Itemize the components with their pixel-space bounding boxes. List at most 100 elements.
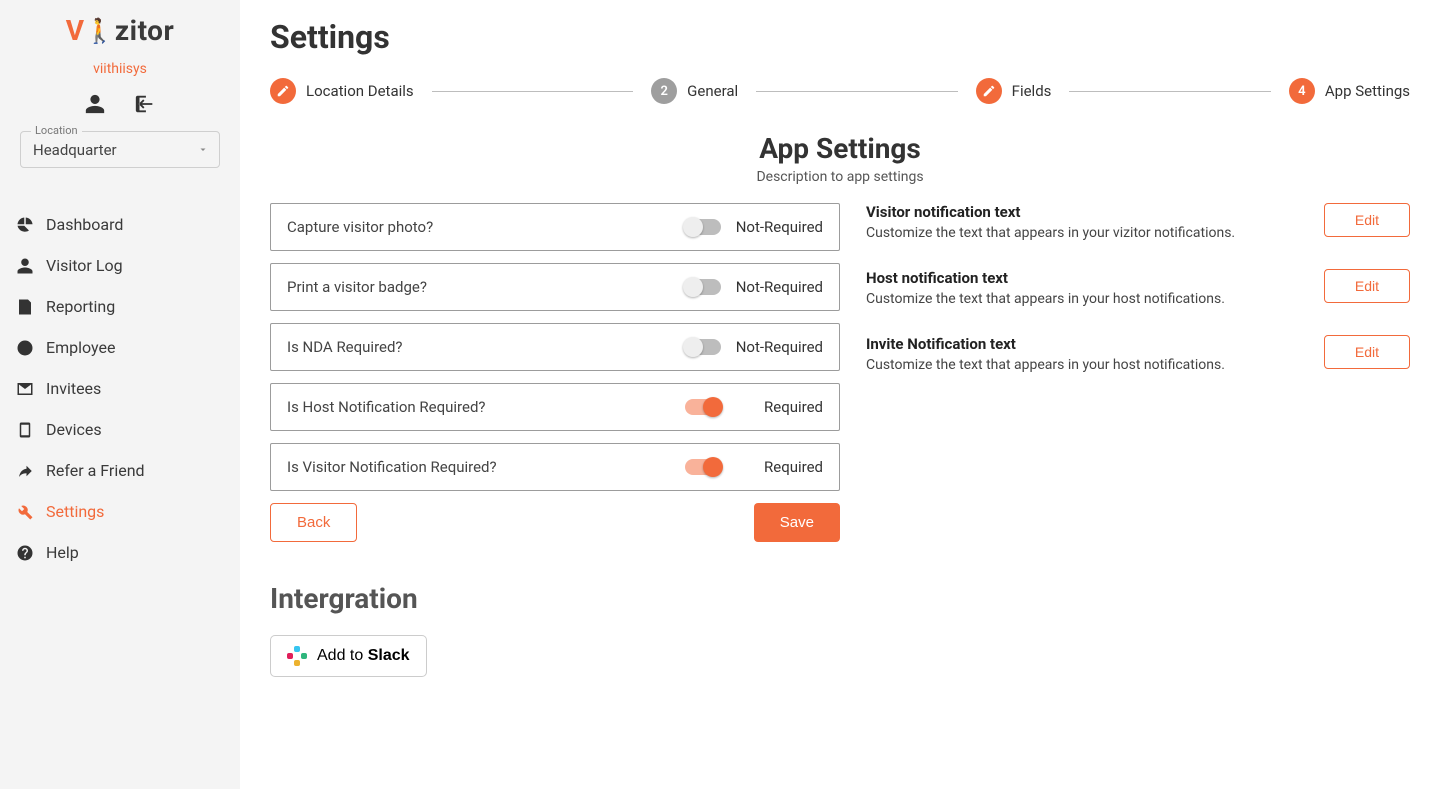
step-location-details[interactable]: Location Details: [270, 78, 414, 104]
pencil-icon: [976, 78, 1002, 104]
nav-item-label: Devices: [46, 420, 102, 439]
toggle-visitor-notification: Is Visitor Notification Required? Requir…: [270, 443, 840, 491]
notification-desc: Customize the text that appears in your …: [866, 225, 1235, 241]
user-icon: [16, 257, 34, 275]
toggle-label: Is Visitor Notification Required?: [287, 458, 497, 476]
toggle-switch[interactable]: [685, 339, 721, 355]
pie-chart-icon: [16, 216, 34, 234]
nav-settings[interactable]: Settings: [0, 491, 240, 532]
top-icons: [0, 93, 240, 115]
edit-button[interactable]: Edit: [1324, 335, 1410, 369]
location-select[interactable]: Location Headquarter: [20, 131, 220, 168]
save-button[interactable]: Save: [754, 503, 840, 542]
nav-invitees[interactable]: Invitees: [0, 368, 240, 409]
toggle-label: Print a visitor badge?: [287, 278, 427, 296]
brand-pre: V: [66, 14, 85, 47]
toggle-print-visitor-badge: Print a visitor badge? Not-Required: [270, 263, 840, 311]
location-value: Headquarter: [33, 141, 117, 159]
sidebar: V🚶zitor viithiisys Location Headquarter …: [0, 0, 240, 789]
add-to-slack-button[interactable]: Add to Slack: [270, 635, 427, 677]
step-general[interactable]: 2 General: [651, 78, 738, 104]
toggle-switch[interactable]: [685, 219, 721, 235]
chevron-down-icon: [197, 140, 209, 159]
nav-item-label: Reporting: [46, 297, 115, 316]
toggle-capture-visitor-photo: Capture visitor photo? Not-Required: [270, 203, 840, 251]
step-connector: [1069, 91, 1270, 92]
nav: Dashboard Visitor Log Reporting Employee…: [0, 204, 240, 573]
profile-icon[interactable]: [84, 93, 106, 115]
toggle-state: Required: [733, 398, 823, 416]
stepper: Location Details 2 General Fields 4 App …: [270, 78, 1410, 104]
notification-host-text: Host notification text Customize the tex…: [866, 269, 1410, 307]
main: Settings Location Details 2 General Fiel…: [240, 0, 1440, 789]
step-connector: [432, 91, 633, 92]
step-connector: [756, 91, 957, 92]
toggle-switch[interactable]: [685, 399, 721, 415]
nav-item-label: Settings: [46, 502, 104, 521]
notification-desc: Customize the text that appears in your …: [866, 291, 1225, 307]
nav-dashboard[interactable]: Dashboard: [0, 204, 240, 245]
notification-title: Host notification text: [866, 269, 1225, 287]
toggle-state: Not-Required: [733, 278, 823, 296]
toggle-label: Is NDA Required?: [287, 338, 403, 356]
step-fields[interactable]: Fields: [976, 78, 1052, 104]
brand-post: zitor: [115, 14, 174, 47]
nav-item-label: Invitees: [46, 379, 101, 398]
section-title: App Settings: [270, 132, 1410, 165]
step-app-settings[interactable]: 4 App Settings: [1289, 78, 1410, 104]
toggle-state: Not-Required: [733, 338, 823, 356]
notification-invite-text: Invite Notification text Customize the t…: [866, 335, 1410, 373]
nav-item-label: Employee: [46, 338, 115, 357]
integration-heading: Intergration: [270, 582, 840, 615]
report-icon: [16, 298, 34, 316]
notification-desc: Customize the text that appears in your …: [866, 357, 1225, 373]
slack-label: Add to Slack: [317, 647, 410, 665]
step-label: Fields: [1012, 82, 1052, 100]
brand-logo: V🚶zitor: [66, 14, 175, 47]
nav-item-label: Visitor Log: [46, 256, 123, 275]
step-label: Location Details: [306, 82, 414, 100]
notification-visitor-text: Visitor notification text Customize the …: [866, 203, 1410, 241]
toggle-host-notification: Is Host Notification Required? Required: [270, 383, 840, 431]
step-label: General: [687, 82, 738, 100]
nav-item-label: Dashboard: [46, 215, 123, 234]
toggle-label: Capture visitor photo?: [287, 218, 433, 236]
logout-icon[interactable]: [134, 93, 156, 115]
edit-button[interactable]: Edit: [1324, 203, 1410, 237]
notification-title: Invite Notification text: [866, 335, 1225, 353]
edit-button[interactable]: Edit: [1324, 269, 1410, 303]
step-badge: 4: [1289, 78, 1315, 104]
pencil-icon: [270, 78, 296, 104]
nav-reporting[interactable]: Reporting: [0, 286, 240, 327]
nav-item-label: Help: [46, 543, 79, 562]
step-label: App Settings: [1325, 82, 1410, 100]
toggles-column: Capture visitor photo? Not-Required Prin…: [270, 203, 840, 677]
toggle-nda-required: Is NDA Required? Not-Required: [270, 323, 840, 371]
notifications-column: Visitor notification text Customize the …: [866, 203, 1410, 677]
nav-devices[interactable]: Devices: [0, 409, 240, 450]
page-title: Settings: [270, 18, 1410, 56]
wrench-icon: [16, 503, 34, 521]
nav-help[interactable]: Help: [0, 532, 240, 573]
nav-employee[interactable]: Employee: [0, 327, 240, 368]
toggle-switch[interactable]: [685, 459, 721, 475]
integration-section: Intergration Add to Slack: [270, 582, 840, 677]
org-name: viithiisys: [0, 61, 240, 77]
nav-refer-a-friend[interactable]: Refer a Friend: [0, 450, 240, 491]
share-icon: [16, 462, 34, 480]
step-badge: 2: [651, 78, 677, 104]
toggle-state: Required: [733, 458, 823, 476]
plus-circle-icon: [16, 339, 34, 357]
slack-icon: [287, 646, 307, 666]
section-description: Description to app settings: [270, 169, 1410, 185]
nav-item-label: Refer a Friend: [46, 461, 145, 480]
back-button[interactable]: Back: [270, 503, 357, 542]
notification-title: Visitor notification text: [866, 203, 1235, 221]
toggle-state: Not-Required: [733, 218, 823, 236]
toggle-label: Is Host Notification Required?: [287, 398, 486, 416]
toggle-switch[interactable]: [685, 279, 721, 295]
section-head: App Settings Description to app settings: [270, 132, 1410, 185]
nav-visitor-log[interactable]: Visitor Log: [0, 245, 240, 286]
mail-icon: [16, 380, 34, 398]
device-icon: [16, 421, 34, 439]
